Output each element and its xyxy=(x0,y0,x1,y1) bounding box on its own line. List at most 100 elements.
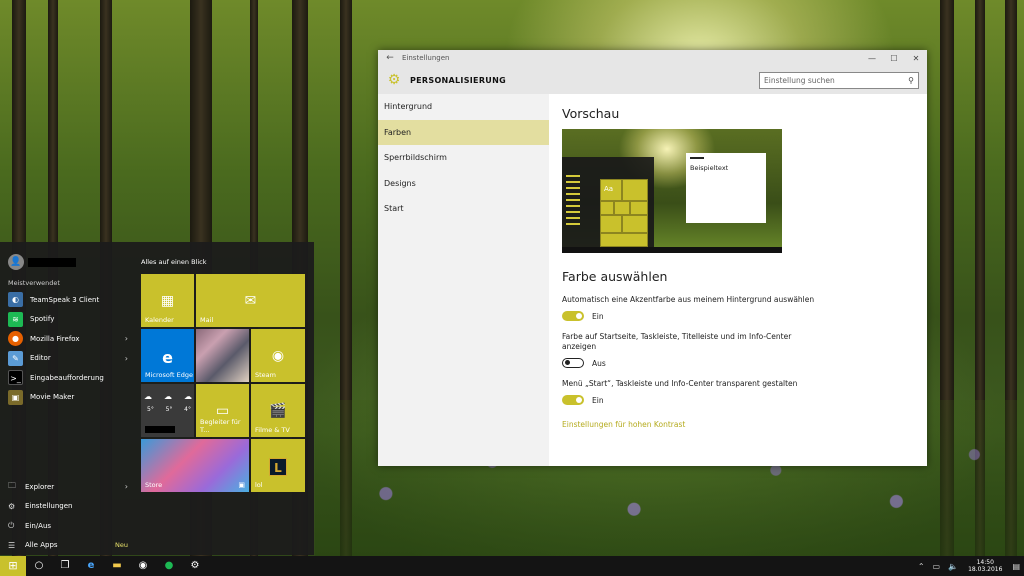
chevron-right-icon[interactable]: › xyxy=(125,482,128,491)
chevron-up-icon[interactable]: ⌃ xyxy=(918,562,925,571)
tiles-heading: Alles auf einen Blick xyxy=(141,258,207,266)
search-icon[interactable]: ⚲ xyxy=(908,76,914,85)
tile-filme[interactable]: 🎬 Filme & TV xyxy=(251,384,305,437)
tile-edge[interactable]: e Microsoft Edge xyxy=(141,329,194,382)
list-item-power[interactable]: ⏻ Ein/Aus xyxy=(8,516,128,536)
transparency-toggle[interactable] xyxy=(562,395,584,405)
preview-heading: Vorschau xyxy=(562,106,620,121)
color-heading: Farbe auswählen xyxy=(562,269,668,284)
minimize-button[interactable]: — xyxy=(861,54,883,63)
list-item-settings[interactable]: ⚙ Einstellungen xyxy=(8,497,128,517)
toggle-state: Ein xyxy=(592,311,604,321)
tile-weather[interactable]: ☁ ☁ ☁ 5° 5° 4° xyxy=(141,384,194,437)
mail-icon: ✉ xyxy=(244,292,257,309)
chevron-right-icon[interactable]: › xyxy=(125,354,128,363)
list-item-movie-maker[interactable]: ▣ Movie Maker xyxy=(8,388,128,408)
clock-date: 18.03.2016 xyxy=(968,566,1003,573)
explorer-taskbar-icon[interactable]: ▬ xyxy=(104,556,130,576)
back-arrow-icon[interactable]: ← xyxy=(378,53,402,63)
tile-mail[interactable]: ✉ Mail xyxy=(196,274,305,327)
clock[interactable]: 14:50 18.03.2016 xyxy=(968,559,1002,573)
preview-taskbar xyxy=(562,247,782,253)
show-color-toggle[interactable] xyxy=(562,358,584,368)
spotify-taskbar-icon[interactable]: ● xyxy=(156,556,182,576)
steam-taskbar-icon[interactable]: ◉ xyxy=(130,556,156,576)
tile-label: Filme & TV xyxy=(255,426,290,434)
item-label: Alle Apps xyxy=(25,541,58,550)
folder-icon: 🗀 xyxy=(8,480,16,490)
app-label: Editor xyxy=(30,354,51,363)
option-toggle-row: Ein xyxy=(562,311,927,321)
title-bar: ← Einstellungen — ☐ ✕ xyxy=(378,50,927,66)
chevron-right-icon[interactable]: › xyxy=(125,334,128,343)
steam-icon: ◉ xyxy=(271,347,285,364)
high-contrast-link[interactable]: Einstellungen für hohen Kontrast xyxy=(562,420,927,429)
option-label-transparency: Menü „Start“, Taskleiste und Info-Center… xyxy=(562,379,798,388)
preview-sample-text: Beispieltext xyxy=(690,164,729,172)
tile-label: Steam xyxy=(255,371,276,379)
spotify-icon: ≋ xyxy=(8,311,23,327)
option-toggle-row: Aus xyxy=(562,358,927,368)
list-icon: ☰ xyxy=(8,540,16,550)
settings-window: ← Einstellungen — ☐ ✕ ⚙ PERSONALISIERUNG… xyxy=(378,50,927,466)
option-toggle-row: Ein xyxy=(562,395,927,405)
edge-taskbar-icon[interactable]: e xyxy=(78,556,104,576)
calendar-icon: ▦ xyxy=(160,292,175,309)
auto-accent-toggle[interactable] xyxy=(562,311,584,321)
cloud-icon: ☁ xyxy=(144,392,152,401)
list-item-firefox[interactable]: ● Mozilla Firefox › xyxy=(8,329,128,349)
app-label: Spotify xyxy=(30,315,55,324)
list-item-explorer[interactable]: 🗀 Explorer › xyxy=(8,477,128,497)
nav-item-sperrbildschirm[interactable]: Sperrbildschirm xyxy=(378,145,549,171)
user-account[interactable]: 👤 xyxy=(8,254,76,270)
list-item-all-apps[interactable]: ☰ Alle Apps Neu xyxy=(8,536,128,556)
nav-item-designs[interactable]: Designs xyxy=(378,171,549,197)
app-label: Movie Maker xyxy=(30,393,75,402)
notification-icon[interactable]: ▤ xyxy=(1012,562,1020,571)
start-bottom-list: 🗀 Explorer › ⚙ Einstellungen ⏻ Ein/Aus ☰… xyxy=(8,477,128,555)
clock-time: 14:50 xyxy=(976,559,994,566)
color-preview: Aa Beispieltext xyxy=(562,129,782,253)
nav-item-hintergrund[interactable]: Hintergrund xyxy=(378,94,549,120)
avatar[interactable]: 👤 xyxy=(8,254,24,270)
nav-item-farben[interactable]: Farben xyxy=(378,119,549,146)
tile-label: Microsoft Edge xyxy=(145,371,194,379)
gear-icon: ⚙ xyxy=(8,501,16,511)
search-input[interactable]: Einstellung suchen ⚲ xyxy=(759,71,919,89)
close-button[interactable]: ✕ xyxy=(905,54,927,63)
start-menu: 👤 Meistverwendet ◐ TeamSpeak 3 Client ≋ … xyxy=(0,242,314,555)
network-icon[interactable]: ▭ xyxy=(933,562,941,571)
cmd-icon: >_ xyxy=(8,370,23,386)
weather-temp: 5° xyxy=(165,406,173,413)
tile-begleiter[interactable]: ▭ Begleiter für T... xyxy=(196,384,249,437)
windows-start-button[interactable]: ⊞ xyxy=(0,556,26,576)
list-item-spotify[interactable]: ≋ Spotify xyxy=(8,310,128,330)
film-clapper-icon: 🎬 xyxy=(269,402,287,419)
movie-maker-icon: ▣ xyxy=(8,389,23,405)
tile-label: Mail xyxy=(200,316,214,324)
task-view-icon[interactable]: ❐ xyxy=(52,556,78,576)
lol-logo-icon: L xyxy=(269,457,287,476)
cortana-icon[interactable]: ○ xyxy=(26,556,52,576)
nav-item-start[interactable]: Start xyxy=(378,196,549,222)
list-item-editor[interactable]: ✎ Editor › xyxy=(8,349,128,369)
tile-steam[interactable]: ◉ Steam xyxy=(251,329,305,382)
username-redacted xyxy=(28,257,76,267)
list-item-teamspeak[interactable]: ◐ TeamSpeak 3 Client xyxy=(8,290,128,310)
tile-store[interactable]: Store ▣ xyxy=(141,439,249,492)
tile-label: lol xyxy=(255,481,263,489)
tile-kalender[interactable]: ▦ Kalender xyxy=(141,274,194,327)
gear-icon: ⚙ xyxy=(387,72,401,88)
list-item-cmd[interactable]: >_ Eingabeaufforderung xyxy=(8,368,128,388)
tile-photos[interactable] xyxy=(196,329,249,382)
settings-taskbar-icon[interactable]: ⚙ xyxy=(182,556,208,576)
most-used-heading: Meistverwendet xyxy=(8,279,60,287)
volume-icon[interactable]: 🔈 xyxy=(948,562,958,571)
item-label: Ein/Aus xyxy=(25,521,52,530)
power-icon: ⏻ xyxy=(8,520,15,530)
system-tray: ⌃ ▭ 🔈 14:50 18.03.2016 ▤ xyxy=(914,559,1024,573)
window-title: Einstellungen xyxy=(402,54,450,62)
maximize-button[interactable]: ☐ xyxy=(883,54,905,63)
app-label: Mozilla Firefox xyxy=(30,334,80,343)
tile-lol[interactable]: L lol xyxy=(251,439,305,492)
